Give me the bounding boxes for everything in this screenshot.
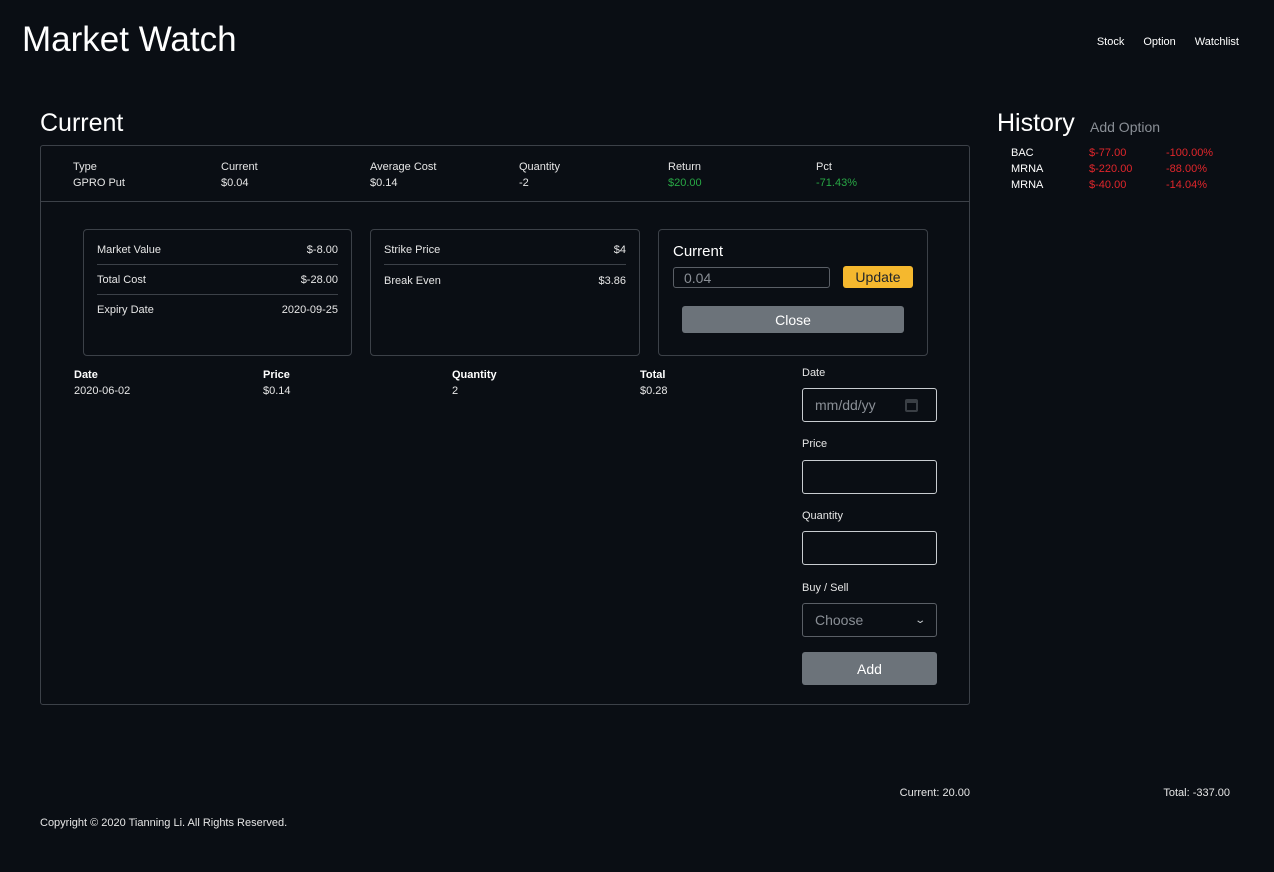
- summary-label: Quantity: [519, 161, 560, 173]
- footer-grand-total: Total: -337.00: [1163, 787, 1230, 799]
- add-button[interactable]: Add: [802, 652, 937, 685]
- summary-type: Type GPRO Put: [73, 159, 125, 191]
- current-price-input[interactable]: [673, 267, 830, 288]
- kv-value: $-28.00: [300, 274, 338, 286]
- date-placeholder: mm/dd/yy: [815, 397, 876, 413]
- summary-return: Return $20.00: [668, 159, 702, 191]
- footer-current-total: Current: 20.00: [899, 787, 970, 799]
- history-heading: History: [997, 109, 1075, 137]
- kv-row-strike-price: Strike Price $4: [384, 236, 626, 265]
- quantity-label: Quantity: [802, 510, 843, 522]
- kv-row-expiry-date: Expiry Date 2020-09-25: [97, 295, 338, 324]
- summary-pct: Pct -71.43%: [816, 159, 857, 191]
- summary-value: -2: [519, 177, 529, 189]
- summary-value: -71.43%: [816, 177, 857, 189]
- table-cell: 2: [452, 385, 459, 397]
- price-label: Price: [802, 438, 828, 450]
- table-header: Price: [263, 369, 290, 381]
- calendar-icon[interactable]: [905, 398, 918, 412]
- transaction-col-quantity: Quantity 2: [452, 367, 497, 399]
- kv-label: Total Cost: [97, 274, 146, 286]
- transaction-col-date: Date 2020-06-02: [74, 367, 130, 399]
- add-option-link[interactable]: Add Option: [1090, 119, 1160, 135]
- copyright: Copyright © 2020 Tianning Li. All Rights…: [40, 817, 288, 829]
- transaction-col-price: Price $0.14: [263, 367, 291, 399]
- update-button[interactable]: Update: [843, 266, 913, 288]
- date-input[interactable]: mm/dd/yy: [802, 388, 937, 422]
- kv-row-total-cost: Total Cost $-28.00: [97, 266, 338, 295]
- history-symbol: MRNA: [1011, 163, 1044, 175]
- nav-link-stock[interactable]: Stock: [1097, 36, 1125, 48]
- kv-value: $3.86: [598, 274, 626, 287]
- history-pct: -88.00%: [1166, 163, 1207, 175]
- table-header: Total: [640, 369, 666, 381]
- history-symbol: MRNA: [1011, 179, 1044, 191]
- position-summary: Type GPRO Put Current $0.04 Average Cost…: [41, 146, 969, 202]
- position-card: Type GPRO Put Current $0.04 Average Cost…: [40, 145, 970, 705]
- brand-title[interactable]: Market Watch: [22, 20, 237, 60]
- summary-label: Type: [73, 161, 97, 173]
- top-nav: Stock Option Watchlist: [1078, 36, 1239, 48]
- kv-value: 2020-09-25: [281, 303, 338, 316]
- history-amount: $-40.00: [1089, 179, 1127, 191]
- summary-average-cost: Average Cost $0.14: [370, 159, 436, 191]
- history-pct: -100.00%: [1166, 147, 1214, 159]
- kv-label: Expiry Date: [97, 303, 154, 316]
- kv-value: $4: [613, 244, 626, 256]
- transaction-col-total: Total $0.28: [640, 367, 668, 399]
- current-heading: Current: [40, 109, 124, 137]
- table-cell: 2020-06-02: [74, 385, 131, 397]
- kv-label: Strike Price: [384, 244, 441, 256]
- summary-quantity: Quantity -2: [519, 159, 560, 191]
- summary-value: $20.00: [668, 177, 702, 189]
- table-cell: $0.28: [640, 385, 668, 397]
- kv-row-market-value: Market Value $-8.00: [97, 236, 338, 265]
- close-button[interactable]: Close: [682, 306, 904, 333]
- table-header: Quantity: [452, 369, 497, 381]
- table-cell: $0.14: [263, 385, 291, 397]
- update-price-card: Current Update Close: [658, 229, 928, 356]
- strike-card: Strike Price $4 Break Even $3.86: [370, 229, 640, 356]
- history-pct: -14.04%: [1166, 179, 1207, 191]
- history-amount: $-220.00: [1089, 163, 1133, 175]
- select-value: Choose: [815, 612, 864, 628]
- summary-label: Pct: [816, 161, 832, 173]
- summary-value: $0.04: [221, 177, 249, 189]
- table-header: Date: [74, 369, 98, 381]
- chevron-down-icon: ⌄: [913, 614, 926, 626]
- summary-value: GPRO Put: [73, 177, 125, 189]
- summary-label: Return: [668, 161, 702, 173]
- nav-link-watchlist[interactable]: Watchlist: [1195, 36, 1239, 48]
- nav-link-option[interactable]: Option: [1143, 36, 1175, 48]
- buy-sell-select[interactable]: Choose ⌄: [802, 603, 937, 637]
- price-input[interactable]: [802, 460, 937, 494]
- date-label: Date: [802, 367, 826, 379]
- summary-label: Average Cost: [370, 161, 437, 173]
- kv-row-break-even: Break Even $3.86: [384, 266, 626, 295]
- quantity-input[interactable]: [802, 531, 937, 565]
- market-value-card: Market Value $-8.00 Total Cost $-28.00 E…: [83, 229, 352, 356]
- summary-current: Current $0.04: [221, 159, 258, 191]
- kv-value: $-8.00: [306, 244, 338, 256]
- kv-label: Break Even: [384, 274, 441, 287]
- summary-value: $0.14: [370, 177, 398, 189]
- history-symbol: BAC: [1011, 147, 1034, 159]
- kv-label: Market Value: [97, 244, 161, 256]
- history-amount: $-77.00: [1089, 147, 1127, 159]
- summary-label: Current: [221, 161, 258, 173]
- update-card-title: Current: [673, 243, 724, 260]
- buy-sell-label: Buy / Sell: [802, 582, 849, 594]
